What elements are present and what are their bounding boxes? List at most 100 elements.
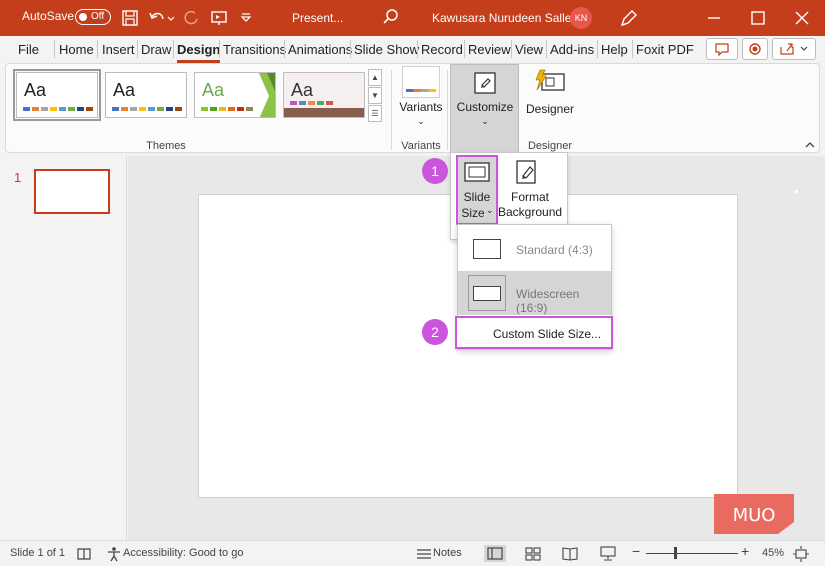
theme-integral[interactable]: Aa xyxy=(283,72,365,118)
variants-chevron-icon[interactable]: ⌄ xyxy=(398,116,444,127)
format-background-icon[interactable] xyxy=(514,158,540,186)
custom-slide-size-option[interactable]: Custom Slide Size... xyxy=(455,316,613,349)
designer-icon[interactable] xyxy=(534,68,566,98)
theme-swatches xyxy=(23,107,93,111)
designer-button[interactable]: Designer xyxy=(524,102,576,116)
tab-help[interactable]: Help xyxy=(601,42,628,57)
accessibility-status[interactable]: Accessibility: Good to go xyxy=(123,547,243,559)
tab-design[interactable]: Design xyxy=(177,42,221,63)
slide-size-button[interactable]: Slide Size ⌄ xyxy=(456,155,498,225)
widescreen-16-9-option[interactable]: Widescreen (16:9) xyxy=(458,271,611,315)
notes-button[interactable]: Notes xyxy=(433,547,462,559)
tab-divider xyxy=(350,40,351,58)
tab-draw[interactable]: Draw xyxy=(141,42,171,57)
customize-qat-icon[interactable] xyxy=(240,9,252,27)
standard-4-3-option[interactable]: Standard (4:3) xyxy=(458,227,611,271)
format-background-line1[interactable]: Format xyxy=(498,190,562,204)
theme-sample-text: Aa xyxy=(24,80,47,100)
step-marker-2: 2 xyxy=(422,319,448,345)
fit-to-window-icon[interactable] xyxy=(793,546,809,562)
customize-chevron-icon: ⌄ xyxy=(481,116,489,126)
maximize-icon[interactable] xyxy=(748,8,768,28)
tab-divider xyxy=(219,40,220,58)
user-name: Kawusara Nurudeen Salley xyxy=(432,11,578,25)
scroll-indicator xyxy=(795,190,798,193)
widescreen-ratio-icon xyxy=(473,286,501,301)
gallery-more-button[interactable]: ☰ xyxy=(368,105,382,122)
comment-icon xyxy=(715,43,729,57)
variants-group-label: Variants xyxy=(401,140,441,152)
record-button[interactable] xyxy=(742,38,768,60)
tab-view[interactable]: View xyxy=(515,42,543,57)
minimize-icon[interactable] xyxy=(704,8,724,28)
tab-file[interactable]: File xyxy=(18,42,39,57)
group-separator xyxy=(391,70,392,150)
pen-icon[interactable] xyxy=(618,9,638,29)
tab-transitions[interactable]: Transitions xyxy=(223,42,286,57)
gallery-down-button[interactable]: ▼ xyxy=(368,87,382,104)
tab-divider xyxy=(173,40,174,58)
redo-icon[interactable] xyxy=(182,9,200,27)
slide-number: 1 xyxy=(14,170,22,185)
zoom-level[interactable]: 45% xyxy=(762,547,784,559)
tab-animations[interactable]: Animations xyxy=(288,42,352,57)
tab-add-ins[interactable]: Add-ins xyxy=(550,42,594,57)
design-ribbon: Aa Aa Aa Aa ▲ ▼ ☰ Themes Variants ⌄ Vari… xyxy=(5,63,820,154)
close-icon[interactable] xyxy=(792,8,812,28)
spelling-icon[interactable] xyxy=(76,546,92,562)
reading-view-button[interactable] xyxy=(559,545,581,562)
share-button[interactable] xyxy=(772,38,816,60)
presentation-icon[interactable] xyxy=(210,9,228,27)
slide-show-icon xyxy=(600,546,616,561)
zoom-in-button[interactable]: + xyxy=(741,543,749,559)
tab-home[interactable]: Home xyxy=(59,42,94,57)
tab-divider xyxy=(511,40,512,58)
comments-button[interactable] xyxy=(706,38,738,60)
customize-label: Customize xyxy=(456,100,514,114)
group-separator xyxy=(447,70,448,150)
tab-divider xyxy=(632,40,633,58)
slide-count: Slide 1 of 1 xyxy=(10,547,66,559)
theme-swatches xyxy=(112,107,182,111)
widescreen-label: Widescreen (16:9) xyxy=(516,287,580,315)
normal-view-button[interactable] xyxy=(484,545,506,562)
collapse-ribbon-icon[interactable] xyxy=(804,140,816,150)
zoom-out-button[interactable]: − xyxy=(632,543,640,559)
slide-show-button[interactable] xyxy=(597,545,619,562)
zoom-slider-track[interactable] xyxy=(646,553,738,554)
variants-preview[interactable] xyxy=(402,66,440,98)
theme-sample-text: Aa xyxy=(291,80,314,100)
tab-record[interactable]: Record xyxy=(421,42,463,57)
tab-insert[interactable]: Insert xyxy=(102,42,135,57)
autosave-toggle[interactable]: Off xyxy=(75,9,111,25)
tab-divider xyxy=(284,40,285,58)
standard-label: Standard (4:3) xyxy=(516,243,593,257)
accessibility-icon[interactable] xyxy=(106,546,122,562)
variant-swatches xyxy=(406,89,436,92)
save-icon[interactable] xyxy=(121,9,139,27)
tab-slide-show[interactable]: Slide Show xyxy=(354,42,419,57)
theme-office[interactable]: Aa xyxy=(13,69,101,121)
slide-thumbnail[interactable] xyxy=(34,169,110,214)
theme-office-2[interactable]: Aa xyxy=(105,72,187,118)
undo-icon[interactable] xyxy=(148,9,166,27)
document-title: Present... xyxy=(292,11,344,25)
slide-size-icon xyxy=(464,162,490,182)
variants-button[interactable]: Variants xyxy=(398,100,444,114)
undo-dropdown-icon[interactable] xyxy=(166,9,176,27)
avatar[interactable]: KN xyxy=(570,7,592,29)
format-background-line2[interactable]: Background xyxy=(498,205,562,219)
search-icon[interactable] xyxy=(382,8,400,26)
ribbon-tabs: File Home Insert Draw Design Transitions… xyxy=(0,36,825,63)
tab-review[interactable]: Review xyxy=(468,42,511,57)
slide-size-chevron-icon: ⌄ xyxy=(486,205,494,215)
toggle-knob xyxy=(79,12,87,21)
gallery-up-button[interactable]: ▲ xyxy=(368,69,382,86)
notes-icon xyxy=(417,549,431,559)
tab-divider xyxy=(137,40,138,58)
tab-foxit-pdf[interactable]: Foxit PDF xyxy=(636,42,694,57)
zoom-slider-thumb[interactable] xyxy=(674,547,677,559)
slide-sorter-button[interactable] xyxy=(522,545,544,562)
theme-facet[interactable]: Aa xyxy=(194,72,276,118)
toggle-state: Off xyxy=(91,11,105,22)
